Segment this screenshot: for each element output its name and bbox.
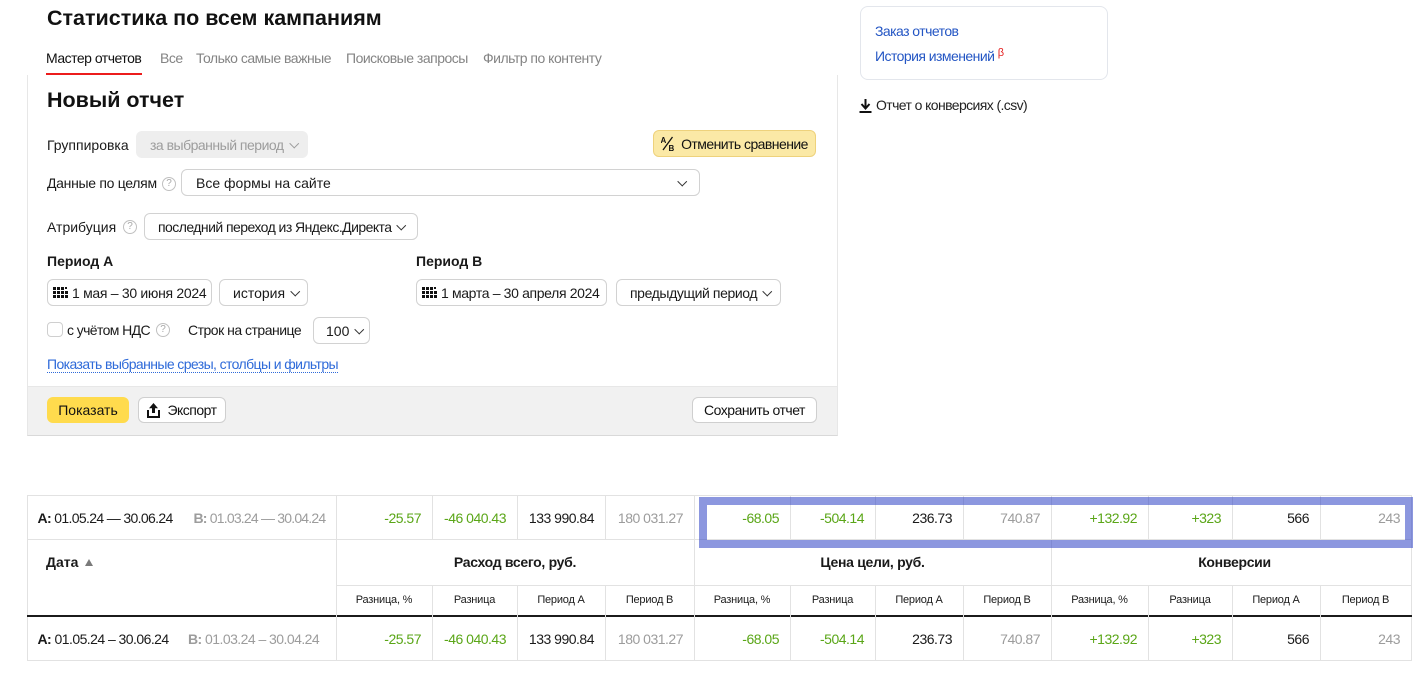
svg-text:B: B	[669, 144, 675, 151]
svg-text:A: A	[661, 136, 667, 145]
